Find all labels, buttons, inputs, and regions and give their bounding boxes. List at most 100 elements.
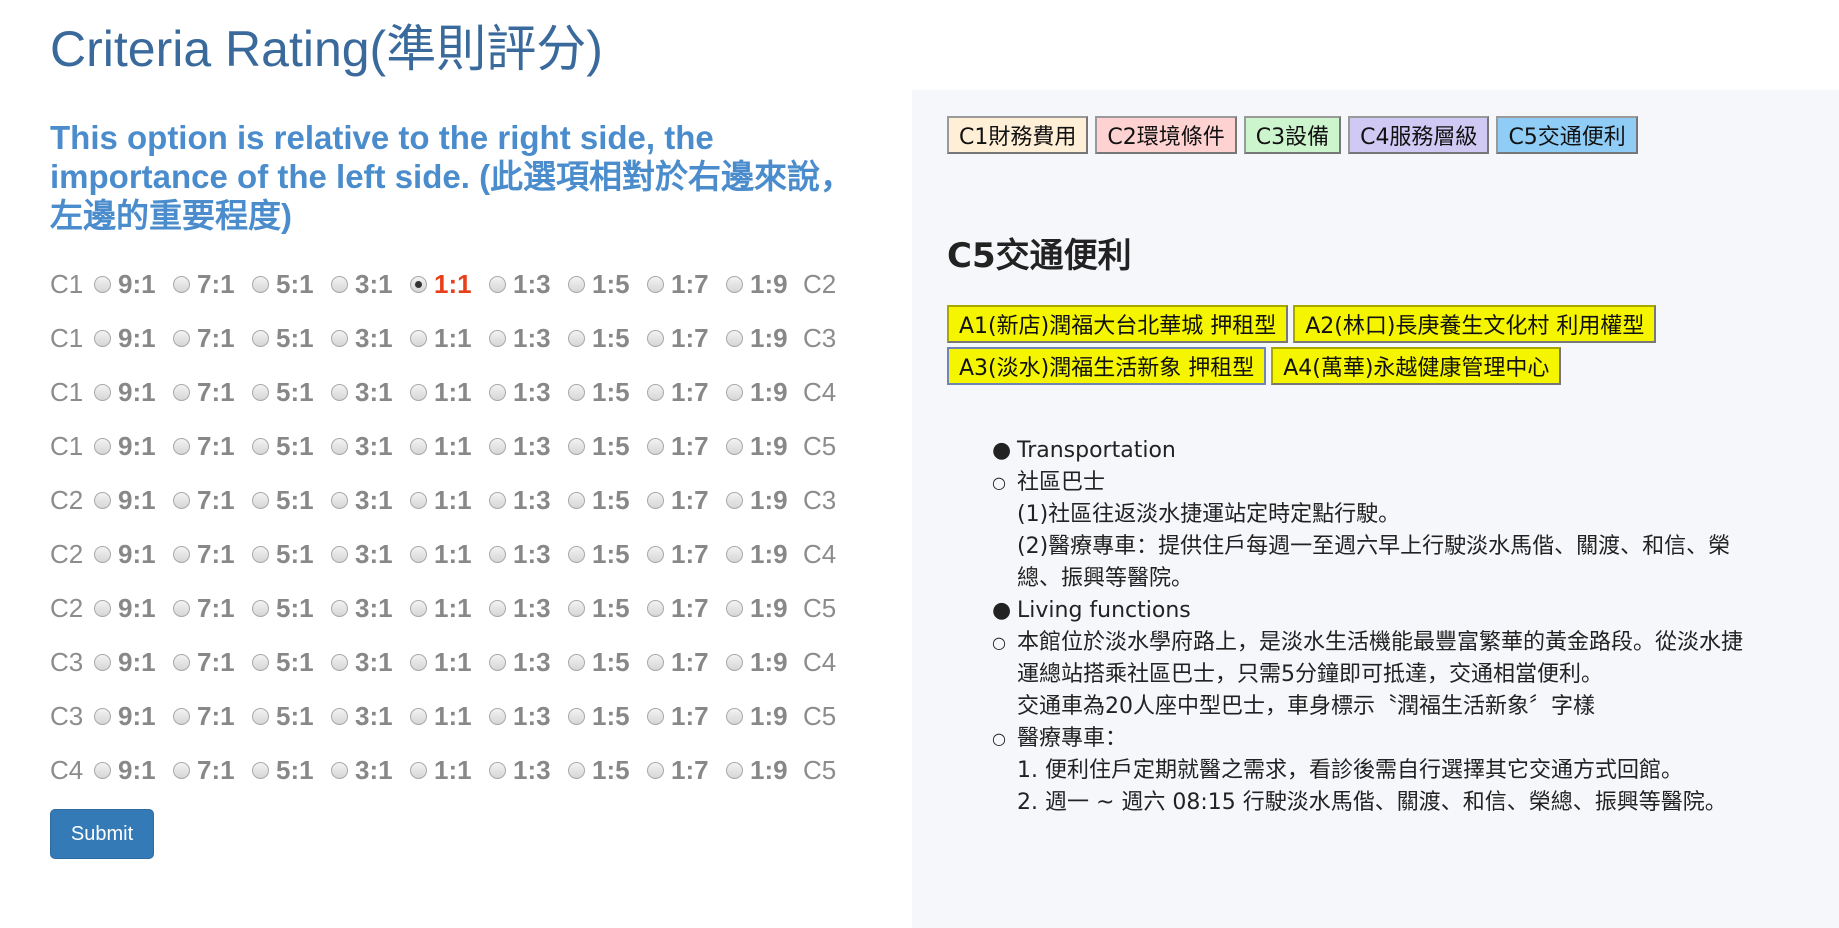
ratio-option[interactable]: 1:9 <box>716 377 795 408</box>
radio-button[interactable] <box>726 761 743 779</box>
ratio-option[interactable]: 3:1 <box>321 593 400 624</box>
ratio-option[interactable]: 1:9 <box>716 755 795 786</box>
ratio-option[interactable]: 1:3 <box>479 269 558 300</box>
criterion-tab[interactable]: C3設備 <box>1243 116 1342 154</box>
radio-button[interactable] <box>489 329 506 347</box>
ratio-option[interactable]: 1:3 <box>479 701 558 732</box>
criterion-tab[interactable]: C1財務費用 <box>947 116 1089 154</box>
ratio-option[interactable]: 1:3 <box>479 377 558 408</box>
radio-button[interactable] <box>410 437 427 455</box>
radio-button[interactable] <box>331 383 348 401</box>
radio-button[interactable] <box>489 437 506 455</box>
ratio-option[interactable]: 1:5 <box>558 323 637 354</box>
radio-button[interactable] <box>331 437 348 455</box>
ratio-option[interactable]: 3:1 <box>321 701 400 732</box>
ratio-option[interactable]: 5:1 <box>242 485 321 516</box>
ratio-option[interactable]: 7:1 <box>163 269 242 300</box>
radio-button[interactable] <box>252 437 269 455</box>
radio-button[interactable] <box>568 653 585 671</box>
ratio-option[interactable]: 9:1 <box>84 701 163 732</box>
radio-button[interactable] <box>726 437 743 455</box>
radio-button[interactable] <box>647 437 664 455</box>
radio-button[interactable] <box>489 707 506 725</box>
ratio-option[interactable]: 1:5 <box>558 647 637 678</box>
ratio-option[interactable]: 3:1 <box>321 431 400 462</box>
ratio-option[interactable]: 5:1 <box>242 755 321 786</box>
radio-button[interactable] <box>410 275 427 293</box>
ratio-option[interactable]: 7:1 <box>163 431 242 462</box>
ratio-option[interactable]: 1:1 <box>400 377 479 408</box>
radio-button[interactable] <box>331 761 348 779</box>
ratio-option[interactable]: 5:1 <box>242 431 321 462</box>
radio-button[interactable] <box>647 329 664 347</box>
radio-button[interactable] <box>331 491 348 509</box>
ratio-option[interactable]: 3:1 <box>321 539 400 570</box>
radio-button[interactable] <box>331 329 348 347</box>
ratio-option[interactable]: 1:5 <box>558 755 637 786</box>
ratio-option[interactable]: 5:1 <box>242 377 321 408</box>
radio-button[interactable] <box>410 761 427 779</box>
radio-button[interactable] <box>94 329 111 347</box>
ratio-option[interactable]: 3:1 <box>321 755 400 786</box>
ratio-option[interactable]: 1:1 <box>400 755 479 786</box>
ratio-option[interactable]: 1:7 <box>637 539 716 570</box>
radio-button[interactable] <box>252 491 269 509</box>
ratio-option[interactable]: 1:1 <box>400 485 479 516</box>
ratio-option[interactable]: 1:9 <box>716 485 795 516</box>
radio-button[interactable] <box>252 707 269 725</box>
radio-button[interactable] <box>568 761 585 779</box>
radio-button[interactable] <box>647 761 664 779</box>
radio-button[interactable] <box>568 329 585 347</box>
radio-button[interactable] <box>568 437 585 455</box>
radio-button[interactable] <box>568 383 585 401</box>
radio-button[interactable] <box>568 275 585 293</box>
ratio-option[interactable]: 5:1 <box>242 701 321 732</box>
ratio-option[interactable]: 1:5 <box>558 701 637 732</box>
ratio-option[interactable]: 1:7 <box>637 701 716 732</box>
radio-button[interactable] <box>568 707 585 725</box>
ratio-option[interactable]: 1:5 <box>558 593 637 624</box>
ratio-option[interactable]: 9:1 <box>84 323 163 354</box>
radio-button[interactable] <box>410 329 427 347</box>
radio-button[interactable] <box>726 599 743 617</box>
radio-button[interactable] <box>94 761 111 779</box>
ratio-option[interactable]: 7:1 <box>163 647 242 678</box>
criterion-tab[interactable]: C5交通便利 <box>1496 116 1638 154</box>
ratio-option[interactable]: 5:1 <box>242 539 321 570</box>
alternative-button[interactable]: A1(新店)潤福大台北華城 押租型 <box>947 305 1289 343</box>
ratio-option[interactable]: 9:1 <box>84 647 163 678</box>
ratio-option[interactable]: 3:1 <box>321 269 400 300</box>
radio-button[interactable] <box>252 761 269 779</box>
radio-button[interactable] <box>94 383 111 401</box>
ratio-option[interactable]: 7:1 <box>163 701 242 732</box>
ratio-option[interactable]: 1:9 <box>716 323 795 354</box>
ratio-option[interactable]: 1:3 <box>479 485 558 516</box>
radio-button[interactable] <box>410 599 427 617</box>
ratio-option[interactable]: 1:7 <box>637 593 716 624</box>
radio-button[interactable] <box>173 275 190 293</box>
ratio-option[interactable]: 7:1 <box>163 377 242 408</box>
ratio-option[interactable]: 5:1 <box>242 647 321 678</box>
ratio-option[interactable]: 1:7 <box>637 755 716 786</box>
ratio-option[interactable]: 1:1 <box>400 323 479 354</box>
ratio-option[interactable]: 1:3 <box>479 431 558 462</box>
radio-button[interactable] <box>173 437 190 455</box>
ratio-option[interactable]: 9:1 <box>84 593 163 624</box>
radio-button[interactable] <box>410 545 427 563</box>
radio-button[interactable] <box>252 275 269 293</box>
ratio-option[interactable]: 1:7 <box>637 377 716 408</box>
radio-button[interactable] <box>173 329 190 347</box>
ratio-option[interactable]: 1:7 <box>637 269 716 300</box>
ratio-option[interactable]: 1:3 <box>479 323 558 354</box>
ratio-option[interactable]: 3:1 <box>321 323 400 354</box>
ratio-option[interactable]: 9:1 <box>84 755 163 786</box>
ratio-option[interactable]: 9:1 <box>84 431 163 462</box>
ratio-option[interactable]: 7:1 <box>163 593 242 624</box>
radio-button[interactable] <box>173 761 190 779</box>
radio-button[interactable] <box>173 707 190 725</box>
ratio-option[interactable]: 1:3 <box>479 755 558 786</box>
ratio-option[interactable]: 7:1 <box>163 485 242 516</box>
ratio-option[interactable]: 1:3 <box>479 647 558 678</box>
alternative-button[interactable]: A3(淡水)潤福生活新象 押租型 <box>947 347 1267 385</box>
radio-button[interactable] <box>331 275 348 293</box>
